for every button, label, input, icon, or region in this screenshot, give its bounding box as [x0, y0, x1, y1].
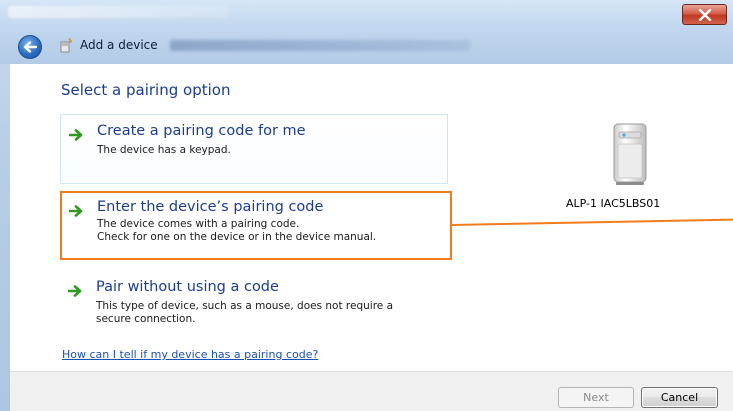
- breadcrumb: Add a device: [58, 34, 470, 56]
- page-title: Select a pairing option: [61, 81, 231, 99]
- window-title: Add a device: [80, 38, 158, 52]
- green-arrow-icon: [69, 129, 83, 141]
- option-description: This type of device, such as a mouse, do…: [96, 300, 393, 326]
- pairing-code-help-link[interactable]: How can I tell if my device has a pairin…: [62, 348, 318, 361]
- cancel-button[interactable]: Cancel: [641, 387, 718, 408]
- option-description-line: secure connection.: [96, 313, 196, 325]
- back-button[interactable]: [18, 35, 42, 59]
- option-title: Pair without using a code: [96, 279, 279, 295]
- blurred-info-bar: [169, 39, 470, 51]
- option-description-line: Check for one on the device or in the de…: [97, 231, 377, 243]
- device-name-label: ALP-1 IAC5LBS01: [566, 197, 661, 210]
- back-arrow-icon: [23, 41, 37, 53]
- option-description-line: The device comes with a pairing code.: [97, 218, 300, 230]
- option-enter-pairing-code[interactable]: Enter the device’s pairing code The devi…: [60, 191, 452, 260]
- close-icon: [698, 8, 711, 21]
- green-arrow-icon: [69, 205, 83, 217]
- option-pair-without-code[interactable]: Pair without using a code This type of d…: [60, 271, 452, 335]
- option-description: The device has a keypad.: [97, 144, 231, 157]
- option-title: Create a pairing code for me: [97, 123, 306, 139]
- option-description-line: This type of device, such as a mouse, do…: [96, 300, 394, 312]
- next-button[interactable]: Next: [558, 387, 634, 408]
- green-arrow-icon: [68, 285, 82, 297]
- computer-tower-icon: [613, 123, 647, 185]
- content-area: Select a pairing option Create a pairing…: [10, 64, 733, 371]
- footer-bar: Next Cancel: [10, 371, 733, 411]
- option-description-line: The device has a keypad.: [97, 144, 231, 156]
- add-device-window: Add a device Select a pairing option Cre…: [0, 0, 733, 411]
- selection-connector-line: [451, 218, 733, 226]
- blurred-window-title: [8, 6, 228, 18]
- option-title: Enter the device’s pairing code: [97, 199, 324, 215]
- close-button[interactable]: [682, 4, 727, 25]
- option-description: The device comes with a pairing code. Ch…: [97, 218, 376, 244]
- bluetooth-device-icon: [60, 38, 73, 53]
- option-create-pairing-code[interactable]: Create a pairing code for me The device …: [60, 114, 448, 184]
- title-bar: Add a device: [0, 0, 733, 64]
